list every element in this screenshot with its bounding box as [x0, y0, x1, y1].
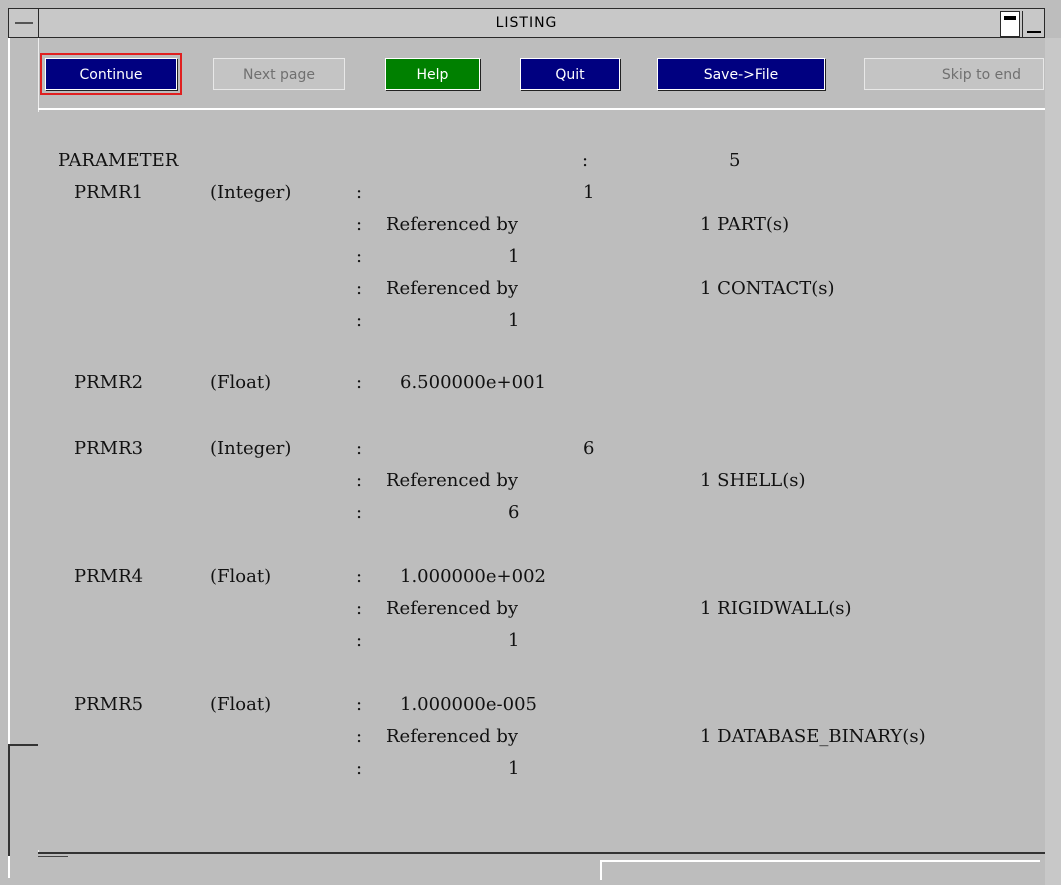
ref-target: 1 SHELL(s)	[700, 470, 806, 491]
param-value: 1.000000e-005	[400, 694, 537, 715]
ref-target: 1 PART(s)	[700, 214, 790, 235]
listing-window: LISTING Continue Next page Help Quit Sav…	[0, 0, 1061, 885]
param-value: 6	[583, 438, 595, 459]
window-resize-border[interactable]	[8, 38, 39, 878]
ref-value: 1	[508, 310, 520, 331]
rail-resize-handle[interactable]	[8, 744, 38, 856]
ref-value-colon: :	[356, 630, 363, 651]
ref-text: Referenced by	[386, 214, 519, 235]
listing-text-area: PARAMETER : 5 PRMR1 (Integer) : 1 : Refe…	[38, 112, 1045, 850]
scrollbar-thumb[interactable]	[600, 860, 1040, 880]
maximize-icon	[1027, 31, 1041, 33]
ref-value: 1	[508, 246, 520, 267]
quit-button[interactable]: Quit	[520, 58, 620, 90]
minimize-button[interactable]	[1000, 11, 1020, 37]
ref-colon: :	[356, 214, 363, 235]
param-type: (Float)	[210, 694, 272, 715]
ref-text: Referenced by	[386, 726, 519, 747]
ref-value-colon: :	[356, 758, 363, 779]
param-name: PRMR4	[74, 566, 144, 587]
param-type: (Integer)	[210, 182, 292, 203]
parameter-count: 5	[729, 150, 741, 171]
next-page-button[interactable]: Next page	[213, 58, 345, 90]
ref-value: 1	[508, 630, 520, 651]
ref-value-colon: :	[356, 502, 363, 523]
ref-text: Referenced by	[386, 598, 519, 619]
skip-to-end-button[interactable]: Skip to end	[864, 58, 1044, 90]
ref-target: 1 DATABASE_BINARY(s)	[700, 726, 926, 747]
toolbar-separator	[38, 108, 1045, 110]
parameter-header-colon: :	[582, 150, 589, 171]
maximize-button[interactable]	[1022, 11, 1044, 37]
param-type: (Float)	[210, 566, 272, 587]
parameter-header-label: PARAMETER	[58, 150, 179, 171]
param-name: PRMR5	[74, 694, 144, 715]
save-to-file-button[interactable]: Save->File	[657, 58, 825, 90]
param-type: (Float)	[210, 372, 272, 393]
ref-value: 1	[508, 758, 520, 779]
ref-value-colon: :	[356, 310, 363, 331]
param-value: 1.000000e+002	[400, 566, 546, 587]
ref-colon: :	[356, 598, 363, 619]
param-colon: :	[356, 566, 363, 587]
param-name: PRMR2	[74, 372, 144, 393]
horizontal-scrollbar[interactable]	[38, 852, 1045, 882]
param-value: 1	[583, 182, 595, 203]
ref-target: 1 CONTACT(s)	[700, 278, 835, 299]
continue-button[interactable]: Continue	[40, 53, 182, 95]
param-name: PRMR3	[74, 438, 144, 459]
help-button[interactable]: Help	[385, 58, 480, 90]
ref-target: 1 RIGIDWALL(s)	[700, 598, 852, 619]
ref-text: Referenced by	[386, 470, 519, 491]
param-type: (Integer)	[210, 438, 292, 459]
ref-value: 6	[508, 502, 520, 523]
ref-colon: :	[356, 726, 363, 747]
window-title: LISTING	[495, 15, 558, 31]
ref-colon: :	[356, 278, 363, 299]
ref-text: Referenced by	[386, 278, 519, 299]
param-value: 6.500000e+001	[400, 372, 546, 393]
param-name: PRMR1	[74, 182, 144, 203]
window-right-border[interactable]	[1045, 38, 1061, 885]
ref-colon: :	[356, 470, 363, 491]
param-colon: :	[356, 182, 363, 203]
toolbar: Continue Next page Help Quit Save->File …	[38, 44, 1045, 106]
ref-value-colon: :	[356, 246, 363, 267]
scrollbar-start-mark	[38, 856, 68, 879]
param-colon: :	[356, 694, 363, 715]
title-bar[interactable]: LISTING	[8, 8, 1045, 38]
minimize-icon	[1004, 16, 1016, 20]
param-colon: :	[356, 372, 363, 393]
param-colon: :	[356, 438, 363, 459]
